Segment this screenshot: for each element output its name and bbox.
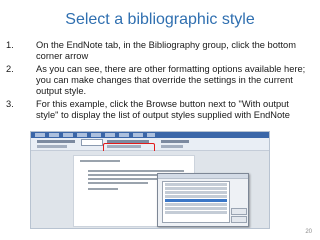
- dialog-button: [231, 208, 247, 215]
- instruction-step: 1. On the EndNote tab, in the Bibliograp…: [6, 40, 312, 62]
- output-style-list: [162, 181, 230, 223]
- instruction-list: 1. On the EndNote tab, in the Bibliograp…: [6, 40, 312, 123]
- slide-title: Select a bibliographic style: [65, 11, 255, 28]
- page-number: 20: [305, 229, 312, 235]
- step-number: 2.: [6, 64, 14, 74]
- step-text: For this example, click the Browse butto…: [36, 99, 290, 120]
- ribbon-bibliography-group: [31, 138, 269, 156]
- step-text: On the EndNote tab, in the Bibliography …: [36, 40, 296, 61]
- endnote-screenshot: [30, 131, 270, 229]
- instruction-step: 3. For this example, click the Browse bu…: [6, 99, 312, 121]
- step-text: As you can see, there are other formatti…: [36, 64, 306, 96]
- step-number: 1.: [6, 40, 14, 50]
- output-style-dropdown: [81, 139, 103, 146]
- document-area: [31, 151, 269, 228]
- step-number: 3.: [6, 99, 14, 109]
- configure-bibliography-dialog: [157, 173, 249, 227]
- instruction-step: 2. As you can see, there are other forma…: [6, 64, 312, 97]
- dialog-button: [231, 216, 247, 223]
